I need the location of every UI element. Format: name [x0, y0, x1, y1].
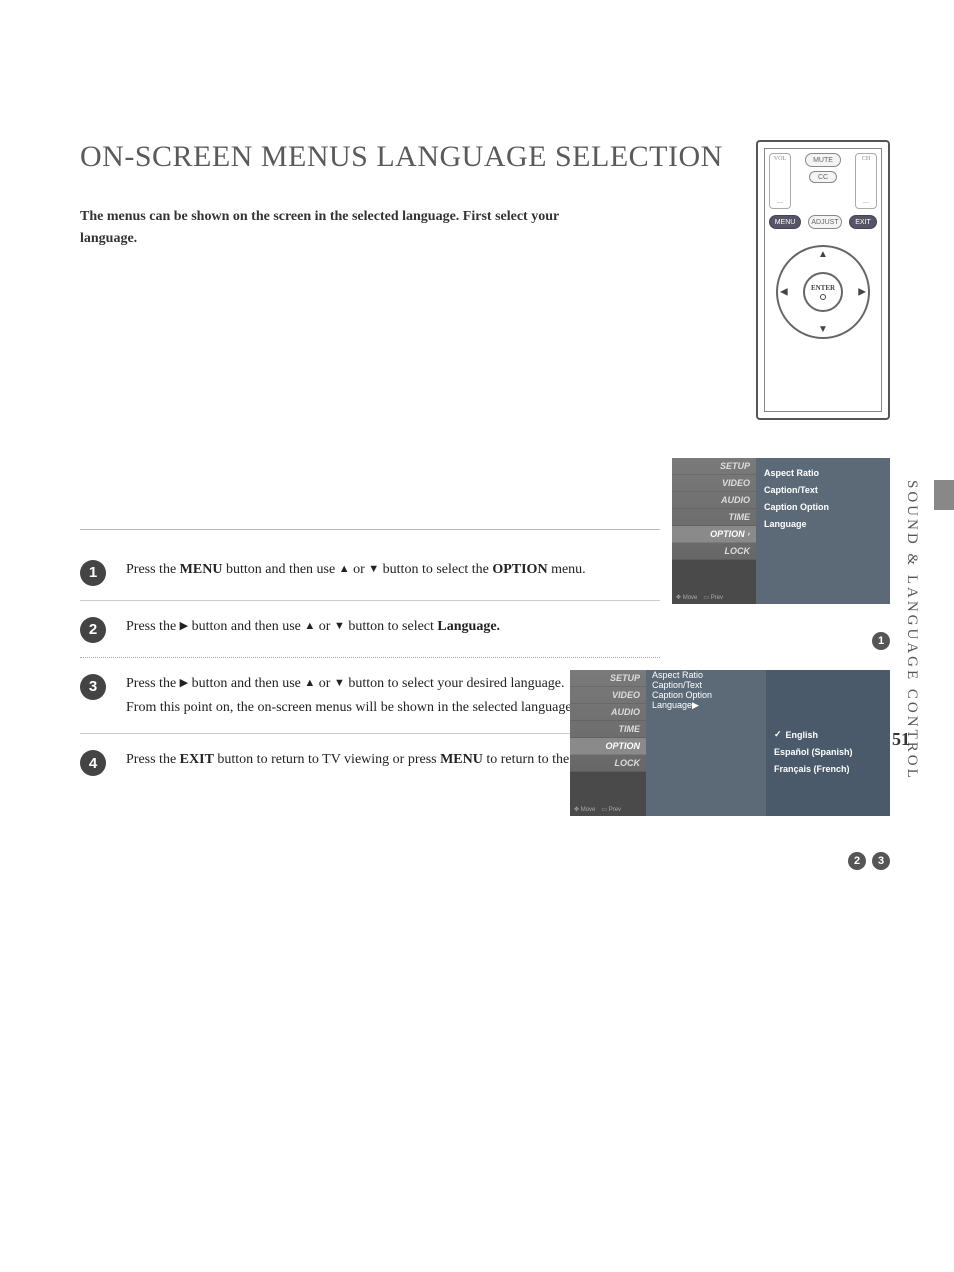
lang-french: Français (French) — [774, 760, 882, 777]
down-arrow-icon: ▼ — [368, 560, 379, 579]
left-arrow-icon: ◀ — [780, 287, 788, 298]
osd-tab: LOCK — [672, 543, 756, 560]
osd1-step-badge: 1 — [872, 632, 890, 650]
down-arrow-icon: ▼ — [818, 324, 828, 335]
osd-tab: AUDIO — [570, 704, 646, 721]
down-arrow-icon: ▼ — [334, 674, 345, 693]
move-hint: ✥ Move — [574, 806, 595, 813]
osd-item-language: Language▶ — [646, 700, 766, 711]
exit-button: EXIT — [849, 215, 877, 229]
osd-tab-option: OPTION› — [672, 526, 756, 543]
adjust-button: ADJUST — [808, 215, 842, 229]
step-badge: 4 — [80, 750, 106, 776]
mute-button: MUTE — [805, 153, 841, 167]
lang-english: ✓English — [774, 726, 882, 743]
up-arrow-icon: ▲ — [304, 617, 315, 636]
prev-hint: ▭ Prev — [703, 594, 723, 601]
check-icon: ✓ — [774, 729, 782, 740]
lang-spanish: Español (Spanish) — [774, 743, 882, 760]
step-badge: 2 — [80, 617, 106, 643]
osd-tab: VIDEO — [570, 687, 646, 704]
down-arrow-icon: ▼ — [334, 617, 345, 636]
osd-tab: AUDIO — [672, 492, 756, 509]
step-badge: 1 — [80, 560, 106, 586]
up-arrow-icon: ▲ — [304, 674, 315, 693]
osd-tab: LOCK — [570, 755, 646, 772]
chevron-right-icon: › — [748, 531, 750, 538]
up-arrow-icon: ▲ — [818, 249, 828, 260]
osd-screenshot-2: SETUP VIDEO AUDIO TIME OPTION LOCK ✥ Mov… — [570, 670, 890, 816]
intro-text: The menus can be shown on the screen in … — [80, 206, 590, 251]
page-number: 51 — [892, 729, 910, 750]
osd-item: Caption Option — [764, 498, 882, 515]
right-arrow-icon: ▶ — [180, 617, 188, 636]
divider — [80, 529, 660, 530]
osd-tab: VIDEO — [672, 475, 756, 492]
osd-item: Caption Option — [646, 690, 766, 700]
osd-tab-option: OPTION — [570, 738, 646, 755]
osd-item: Caption/Text — [764, 481, 882, 498]
step-badge: 3 — [80, 674, 106, 700]
menu-button: MENU — [769, 215, 801, 229]
step-1: 1 Press the MENU button and then use ▲ o… — [80, 544, 660, 601]
osd2-step-badges: 2 3 — [848, 852, 890, 870]
ch-rocker: CH— — [855, 153, 877, 209]
osd-tab: TIME — [570, 721, 646, 738]
osd-item: Caption/Text — [646, 680, 766, 690]
prev-hint: ▭ Prev — [601, 806, 621, 813]
osd-tab: SETUP — [672, 458, 756, 475]
cc-button: CC — [809, 171, 837, 183]
right-arrow-icon: ▶ — [858, 287, 866, 298]
right-arrow-icon: ▶ — [692, 700, 699, 710]
side-tab — [934, 480, 954, 510]
osd-screenshot-1: SETUP VIDEO AUDIO TIME OPTION› LOCK ✥ Mo… — [672, 458, 890, 604]
osd-tab: SETUP — [570, 670, 646, 687]
up-arrow-icon: ▲ — [339, 560, 350, 579]
dpad: ▲ ▼ ◀ ▶ ENTER — [776, 245, 870, 339]
right-arrow-icon: ▶ — [180, 674, 188, 693]
enter-button: ENTER — [803, 272, 843, 312]
osd-item: Aspect Ratio — [646, 670, 766, 680]
osd-item: Language — [764, 515, 882, 532]
osd-item: Aspect Ratio — [764, 464, 882, 481]
osd-tab: TIME — [672, 509, 756, 526]
step-2: 2 Press the ▶ button and then use ▲ or ▼… — [80, 601, 660, 658]
remote-illustration: VOL— MUTE CC CH— MENU ADJUST EXIT ▲ ▼ ◀ — [756, 140, 890, 420]
vol-rocker: VOL— — [769, 153, 791, 209]
move-hint: ✥ Move — [676, 594, 697, 601]
